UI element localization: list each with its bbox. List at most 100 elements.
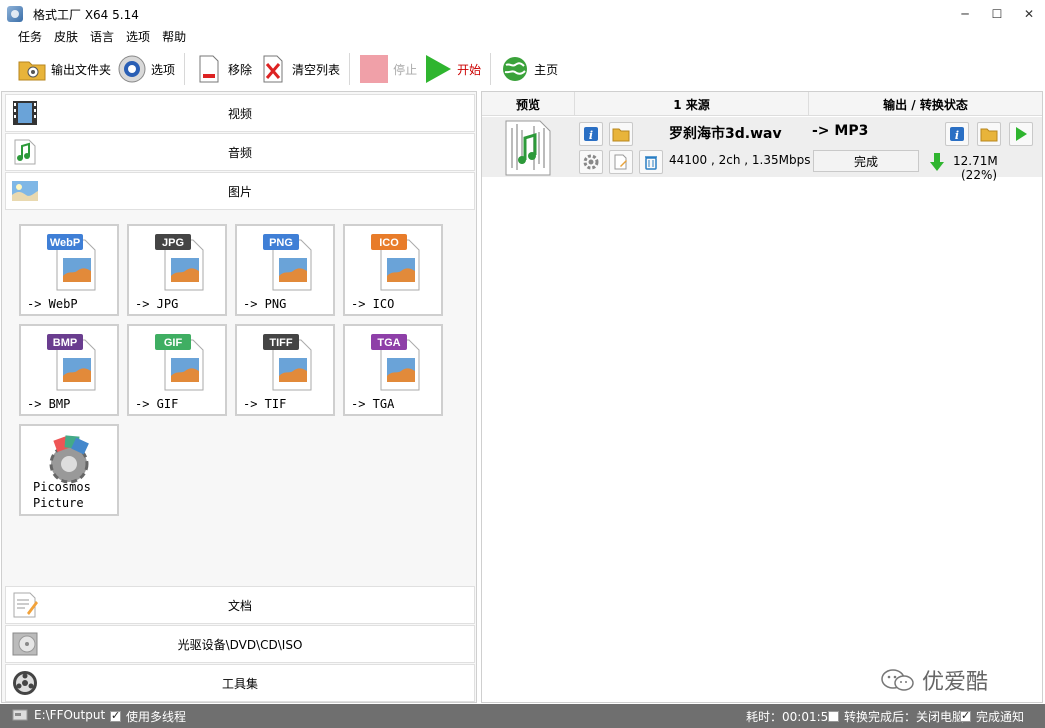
picosmos-label-line1: Picosmos [33,480,91,494]
output-info-button[interactable]: i [945,122,969,146]
format-doc-icon: TGA [371,334,423,392]
start-button[interactable]: 开始 [420,51,484,87]
format-label: -> BMP [27,397,71,411]
category-picture[interactable]: 图片 [5,172,475,210]
category-tools-label: 工具集 [221,676,258,691]
format-tile-png[interactable]: PNG -> PNG [235,224,335,316]
remove-button[interactable]: 移除 [191,51,255,87]
output-folder-icon [17,54,47,84]
category-audio-label: 音频 [227,145,252,160]
close-button[interactable]: ✕ [1013,0,1045,28]
play-output-button[interactable] [1009,122,1033,146]
after-convert-label: 转换完成后：关闭电脑 [844,710,965,724]
category-picture-label: 图片 [227,184,252,199]
picosmos-tile[interactable]: Picosmos Picture [19,424,119,516]
format-badge-text: WebP [50,237,80,249]
maximize-button[interactable]: ☐ [981,0,1013,28]
format-tile-webp[interactable]: WebP -> WebP [19,224,119,316]
output-folder-button[interactable] [977,122,1001,146]
format-label: -> GIF [135,397,179,411]
category-video[interactable]: 视频 [5,94,475,132]
header-source[interactable]: 1 来源 [575,92,809,116]
download-arrow-icon [930,153,944,174]
menu-language[interactable]: 语言 [84,28,120,46]
notify-checkbox[interactable]: 完成通知 [960,708,1024,725]
svg-text:i: i [955,129,959,142]
clear-list-button[interactable]: 清空列表 [255,51,343,87]
notify-check[interactable] [960,709,971,722]
format-badge-text: ICO [379,237,399,249]
after-convert-check[interactable] [828,711,839,722]
format-tile-tiff[interactable]: TIFF -> TIF [235,324,335,416]
format-doc-icon: ICO [371,234,423,292]
format-doc-icon: JPG [155,234,207,292]
format-tile-tga[interactable]: TGA -> TGA [343,324,443,416]
folder-icon [612,128,630,142]
format-doc-icon: PNG [263,234,315,292]
disc-icon [11,630,39,658]
document-icon [11,591,39,619]
format-badge-text: GIF [164,337,183,349]
format-tile-ico[interactable]: ICO -> ICO [343,224,443,316]
task-delete-button[interactable] [639,150,663,174]
format-label: -> TGA [351,397,395,411]
format-label: -> TIF [243,397,287,411]
stop-button[interactable]: 停止 [356,51,420,87]
menu-help[interactable]: 帮助 [156,28,192,46]
format-label: -> WebP [27,297,78,311]
format-tile-gif[interactable]: GIF -> GIF [127,324,227,416]
format-tile-bmp[interactable]: BMP -> BMP [19,324,119,416]
folder-drive-icon [12,709,28,721]
task-settings-button[interactable] [579,150,603,174]
menu-skin[interactable]: 皮肤 [48,28,84,46]
chat-bubble-icon [881,669,914,691]
minimize-button[interactable]: ─ [949,0,981,28]
tools-icon [11,669,39,697]
output-size: 12.71M (22%) [953,154,1042,182]
picosmos-label: Picosmos Picture [33,479,113,511]
format-doc-icon: BMP [47,334,99,392]
task-row[interactable]: i 罗刹海市3d.wav 44100 , 2ch , 1.35Mbps -> M… [482,117,1042,182]
folder-icon [980,128,998,142]
header-output[interactable]: 输出 / 转换状态 [809,92,1042,116]
home-button[interactable]: 主页 [497,51,561,87]
source-info-button[interactable]: i [579,122,603,146]
source-folder-button[interactable] [609,122,633,146]
info-icon: i [584,127,598,142]
multithread-label: 使用多线程 [126,710,187,724]
output-path-text: E:\FFOutput [34,708,106,722]
header-preview[interactable]: 预览 [482,92,575,116]
category-audio[interactable]: 音频 [5,133,475,171]
watermark: 优爱酷 [880,664,988,696]
output-size-value: 12.71M [953,154,998,168]
output-folder-button[interactable]: 输出文件夹 [14,51,114,87]
output-path[interactable]: E:\FFOutput [12,708,105,722]
start-icon [423,54,453,84]
svg-text:i: i [589,129,593,142]
category-disc[interactable]: 光驱设备\DVD\CD\ISO [5,625,475,663]
task-status[interactable]: 完成 [813,150,919,172]
elapsed-text: 耗时：00:01:50 [746,710,836,724]
after-convert-checkbox[interactable]: 转换完成后：关闭电脑 [828,708,964,725]
gear-icon [583,154,599,170]
format-tile-jpg[interactable]: JPG -> JPG [127,224,227,316]
task-edit-button[interactable] [609,150,633,174]
remove-label: 移除 [228,62,253,77]
menu-options[interactable]: 选项 [120,28,156,46]
trash-icon [645,156,657,170]
multithread-checkbox[interactable]: 使用多线程 [110,708,186,725]
options-button[interactable]: 选项 [114,51,178,87]
category-document[interactable]: 文档 [5,586,475,624]
menu-task[interactable]: 任务 [12,28,48,46]
clear-list-icon [258,54,288,84]
format-badge-text: TIFF [269,337,292,349]
remove-icon [194,54,224,84]
picture-format-grid: WebP -> WebP JPG -> JPG PNG -> PNG ICO -> ICO BM… [5,210,475,586]
multithread-check[interactable] [110,709,121,722]
toolbar: 输出文件夹 选项 移除 清空列表 停止 开始 主页 [0,48,1045,90]
edit-file-icon [614,154,627,170]
category-tools[interactable]: 工具集 [5,664,475,702]
format-badge-text: TGA [377,337,400,349]
format-label: -> ICO [351,297,395,311]
window-title: 格式工厂 X64 5.14 [33,7,139,22]
